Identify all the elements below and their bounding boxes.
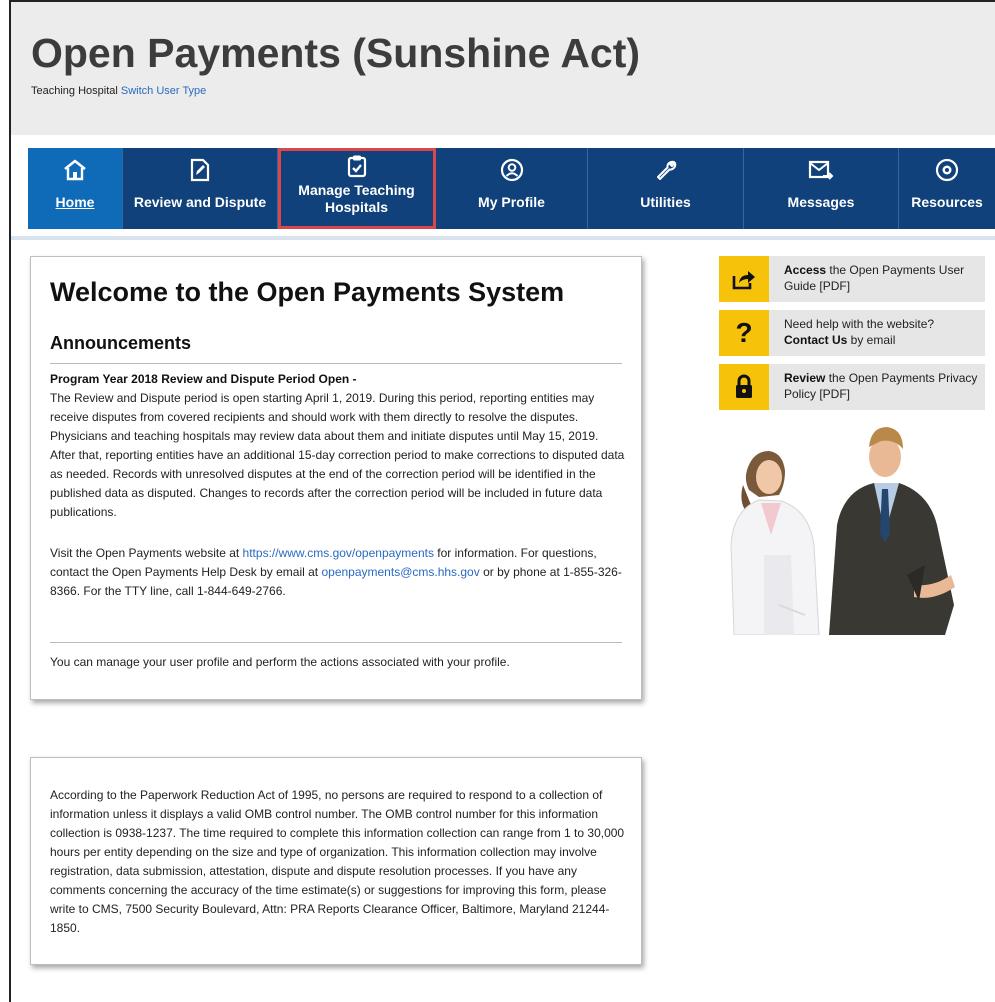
website-link[interactable]: https://www.cms.gov/openpayments [243, 546, 434, 560]
user-type-label: Teaching Hospital [31, 85, 118, 97]
nav-home-label: Home [55, 194, 95, 210]
site-header: Open Payments (Sunshine Act) Teaching Ho… [11, 2, 995, 135]
announcement-title: Program Year 2018 Review and Dispute Per… [50, 372, 357, 386]
user-type-line: Teaching Hospital Switch User Type [31, 85, 206, 97]
email-link[interactable]: openpayments@cms.hhs.gov [321, 565, 479, 579]
announcement-body: The Review and Dispute period is open st… [50, 391, 625, 519]
nav-manage-teaching-hospitals-label: Manage Teaching Hospitals [278, 182, 435, 216]
nav-manage-label-line2: Hospitals [324, 199, 388, 215]
privacy-policy-link[interactable]: Review the Open Payments Privacy Policy … [719, 364, 985, 410]
gear-icon [935, 158, 959, 182]
profile-divider [50, 642, 622, 643]
edit-document-icon [190, 158, 210, 182]
user-guide-link[interactable]: Access the Open Payments User Guide [PDF… [719, 256, 985, 302]
nav-utilities[interactable]: Utilities [588, 148, 744, 229]
announcements-heading: Announcements [50, 333, 192, 353]
lock-icon [719, 364, 769, 410]
clipboard-icon [347, 155, 366, 178]
wrench-icon [656, 160, 676, 180]
nav-my-profile[interactable]: My Profile [436, 148, 588, 229]
profile-note: You can manage your user profile and per… [50, 655, 510, 669]
pra-notice-text: According to the Paperwork Reduction Act… [50, 788, 625, 935]
announcements-divider [50, 363, 622, 364]
contact-us-text: Need help with the website? Contact Us b… [784, 317, 935, 347]
home-icon [64, 159, 86, 181]
nav-messages[interactable]: Messages [744, 148, 899, 229]
doctors-photo [719, 415, 985, 636]
privacy-policy-text: Review the Open Payments Privacy Policy … [784, 371, 978, 401]
share-arrow-icon [719, 256, 769, 302]
user-profile-icon [500, 158, 523, 182]
pra-notice-panel: According to the Paperwork Reduction Act… [30, 757, 642, 965]
question-mark-icon: ? [719, 310, 769, 356]
nav-resources-label: Resources [911, 194, 983, 210]
nav-home[interactable]: Home [28, 148, 123, 229]
switch-user-type-link[interactable]: Switch User Type [121, 85, 206, 97]
envelope-icon [808, 160, 834, 180]
welcome-panel: Welcome to the Open Payments System Anno… [30, 256, 642, 700]
announcement: Program Year 2018 Review and Dispute Per… [50, 370, 625, 522]
nav-manage-teaching-hospitals[interactable]: Manage Teaching Hospitals [278, 148, 436, 229]
contact-us-link[interactable]: ? Need help with the website? Contact Us… [719, 310, 985, 356]
nav-review-and-dispute-label: Review and Dispute [133, 194, 267, 210]
nav-my-profile-label: My Profile [478, 194, 545, 210]
nav-messages-label: Messages [787, 194, 855, 210]
nav-divider [11, 236, 995, 240]
nav-review-and-dispute[interactable]: Review and Dispute [123, 148, 278, 229]
welcome-heading: Welcome to the Open Payments System [50, 277, 565, 307]
user-guide-text: Access the Open Payments User Guide [PDF… [784, 263, 965, 293]
visit-prefix: Visit the Open Payments website at [50, 546, 243, 560]
nav-manage-label-line1: Manage Teaching [298, 182, 415, 198]
contact-info: Visit the Open Payments website at https… [50, 544, 625, 601]
site-title: Open Payments (Sunshine Act) [31, 30, 641, 76]
main-nav: Home Review and Dispute Manage Teaching … [28, 148, 995, 229]
nav-utilities-label: Utilities [640, 194, 691, 210]
nav-resources[interactable]: Resources [899, 148, 995, 229]
